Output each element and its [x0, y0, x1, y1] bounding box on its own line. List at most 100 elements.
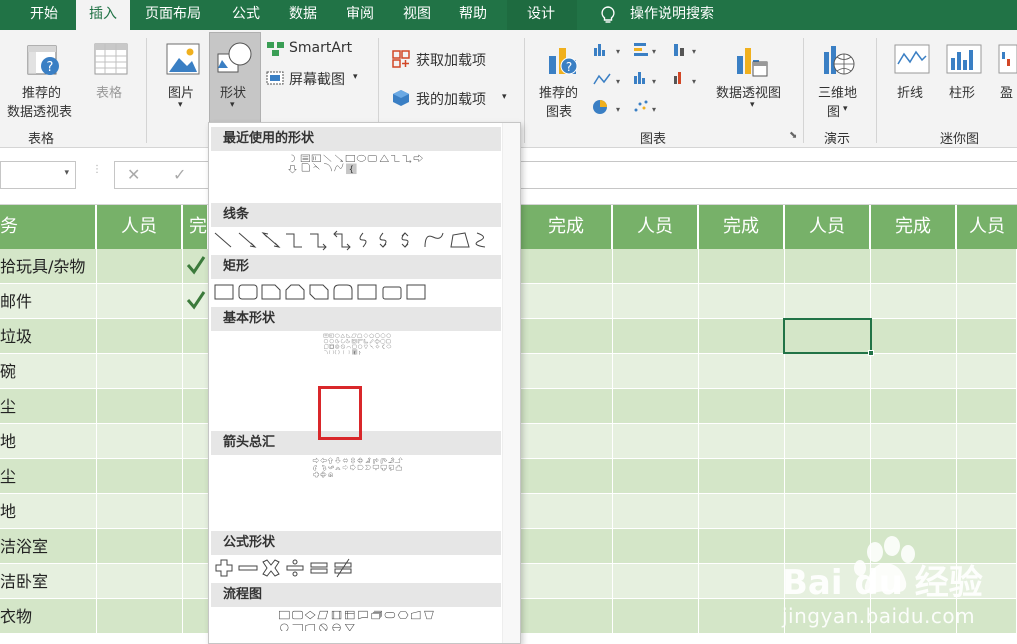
table-cell[interactable]: [871, 494, 957, 529]
table-cell[interactable]: [699, 284, 785, 319]
table-cell[interactable]: [871, 389, 957, 424]
basic-shapes-grid[interactable]: { }: [213, 333, 503, 355]
recent-shapes-row[interactable]: {: [213, 153, 503, 175]
table-cell[interactable]: [183, 599, 209, 634]
name-box-dropdown-icon[interactable]: ▾: [64, 168, 69, 178]
selected-cell[interactable]: [783, 318, 872, 354]
my-addins-label[interactable]: 我的加载项: [416, 89, 486, 109]
table-cell[interactable]: [97, 529, 183, 564]
table-cell[interactable]: [871, 459, 957, 494]
table-cell[interactable]: [97, 284, 183, 319]
table-cell[interactable]: [613, 459, 699, 494]
block-arrows-grid[interactable]: [213, 457, 503, 479]
table-cell[interactable]: [613, 564, 699, 599]
get-addins-label[interactable]: 获取加载项: [416, 50, 486, 70]
table-cell[interactable]: [871, 424, 957, 459]
table-cell[interactable]: [521, 424, 613, 459]
table-cell[interactable]: [521, 599, 613, 634]
screenshot-dropdown-icon[interactable]: ▾: [353, 72, 358, 82]
table-cell[interactable]: [613, 354, 699, 389]
3d-map-dropdown-icon[interactable]: ▾: [843, 104, 848, 114]
table-cell[interactable]: [97, 459, 183, 494]
table-cell[interactable]: [785, 249, 871, 284]
table-cell[interactable]: [699, 599, 785, 634]
sparkline-column-icon[interactable]: [946, 44, 982, 74]
table-cell[interactable]: [699, 424, 785, 459]
picture-dropdown-icon[interactable]: ▾: [178, 100, 183, 110]
table-cell[interactable]: [699, 564, 785, 599]
table-cell[interactable]: [957, 319, 1017, 354]
recommended-charts-icon[interactable]: ?: [545, 42, 581, 78]
table-cell[interactable]: [957, 389, 1017, 424]
lines-row[interactable]: [213, 229, 503, 251]
table-cell[interactable]: [699, 529, 785, 564]
tab-data[interactable]: 数据: [289, 0, 317, 30]
tab-view[interactable]: 视图: [403, 0, 431, 30]
table-cell[interactable]: [699, 459, 785, 494]
name-box[interactable]: ▾: [0, 161, 76, 189]
table-cell[interactable]: [183, 424, 209, 459]
table-cell[interactable]: [97, 319, 183, 354]
pivot-chart-dropdown-icon[interactable]: ▾: [750, 100, 755, 110]
table-cell[interactable]: [699, 249, 785, 284]
my-addins-icon[interactable]: [392, 89, 410, 107]
cancel-icon[interactable]: ✕: [127, 165, 140, 184]
tab-insert[interactable]: 插入: [76, 0, 130, 30]
my-addins-dropdown-icon[interactable]: ▾: [502, 92, 507, 102]
3d-map-icon[interactable]: [820, 42, 856, 78]
get-addins-icon[interactable]: [392, 50, 410, 68]
screenshot-icon[interactable]: [266, 70, 286, 86]
table-cell[interactable]: [521, 494, 613, 529]
pivot-chart-icon[interactable]: [733, 42, 769, 78]
table-cell[interactable]: [957, 424, 1017, 459]
grip-icon[interactable]: ⋮: [92, 165, 102, 183]
table-cell[interactable]: [97, 389, 183, 424]
table-cell[interactable]: [97, 564, 183, 599]
table-cell[interactable]: [521, 354, 613, 389]
dialog-launcher-icon[interactable]: ⬊: [789, 130, 797, 141]
table-cell[interactable]: [785, 494, 871, 529]
table-cell[interactable]: [613, 599, 699, 634]
table-cell[interactable]: [699, 389, 785, 424]
table-cell[interactable]: [613, 389, 699, 424]
tab-home[interactable]: 开始: [30, 0, 58, 30]
formula-input[interactable]: [512, 161, 1017, 189]
table-cell[interactable]: [871, 319, 957, 354]
enter-icon[interactable]: ✓: [173, 165, 186, 184]
fill-handle[interactable]: [868, 350, 874, 356]
table-cell[interactable]: [97, 494, 183, 529]
table-cell[interactable]: [97, 424, 183, 459]
table-cell[interactable]: [183, 389, 209, 424]
equation-shapes-row[interactable]: [213, 557, 503, 579]
table-cell[interactable]: [521, 459, 613, 494]
table-cell[interactable]: [785, 459, 871, 494]
table-cell[interactable]: [613, 494, 699, 529]
chart-type-grid[interactable]: ▾ ▾ ▾ ▾ ▾ ▾ ▾ ▾: [590, 40, 710, 120]
table-cell[interactable]: [521, 389, 613, 424]
table-cell[interactable]: [613, 249, 699, 284]
table-cell[interactable]: [957, 459, 1017, 494]
table-cell[interactable]: [613, 424, 699, 459]
table-cell[interactable]: [183, 564, 209, 599]
table-cell[interactable]: [183, 494, 209, 529]
lightbulb-icon[interactable]: [598, 5, 618, 25]
rectangles-row[interactable]: [213, 281, 503, 303]
table-cell[interactable]: [785, 284, 871, 319]
tab-help[interactable]: 帮助: [459, 0, 487, 30]
sparkline-winloss-icon[interactable]: [998, 44, 1017, 74]
table-cell[interactable]: [699, 494, 785, 529]
table-cell[interactable]: [699, 354, 785, 389]
screenshot-label[interactable]: 屏幕截图: [289, 69, 345, 89]
table-cell[interactable]: [183, 354, 209, 389]
gallery-scrollbar[interactable]: [502, 123, 520, 643]
table-cell[interactable]: [97, 354, 183, 389]
table-cell[interactable]: [97, 249, 183, 284]
table-cell[interactable]: [871, 354, 957, 389]
table-cell[interactable]: [183, 529, 209, 564]
table-cell[interactable]: [521, 564, 613, 599]
table-cell[interactable]: [871, 249, 957, 284]
recommended-pivot-icon[interactable]: ?: [26, 42, 62, 78]
table-cell[interactable]: [521, 249, 613, 284]
table-cell[interactable]: [785, 354, 871, 389]
tell-me-search[interactable]: 操作说明搜索: [630, 0, 714, 30]
